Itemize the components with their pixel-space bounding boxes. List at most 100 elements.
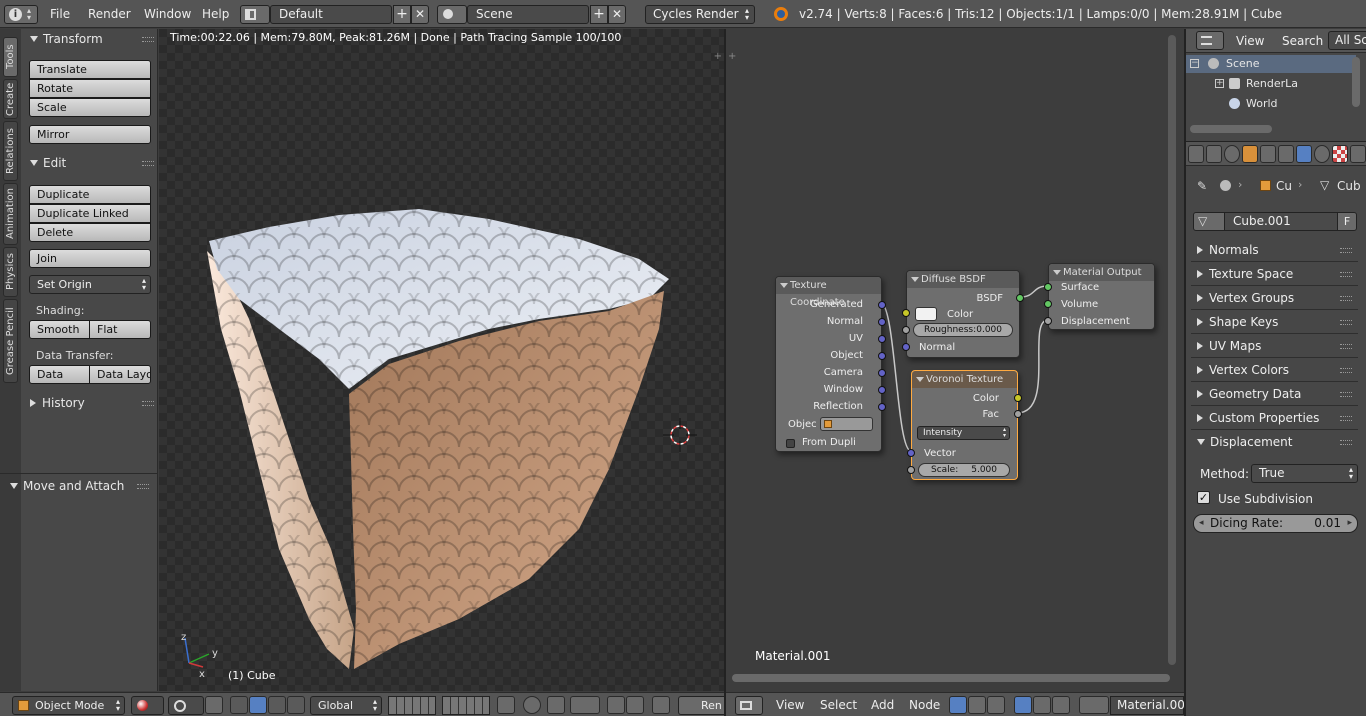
input-socket-surface[interactable] <box>1044 283 1052 291</box>
input-socket-displacement[interactable] <box>1044 317 1052 325</box>
output-socket-uv[interactable] <box>878 335 886 343</box>
drag-grip-icon[interactable] <box>137 484 149 489</box>
voronoi-texture-node[interactable]: Voronoi Texture Color Fac Intensity ▴ ▾ V… <box>907 370 1022 480</box>
outliner-hscrollbar[interactable] <box>1190 125 1272 133</box>
panel-vertex-colors[interactable]: Vertex Colors <box>1191 359 1358 382</box>
drag-grip-icon[interactable] <box>142 161 154 166</box>
input-socket-volume[interactable] <box>1044 300 1052 308</box>
texture-nodes-icon[interactable] <box>987 696 1005 714</box>
use-subdivision-checkbox[interactable]: ✓ <box>1197 491 1210 504</box>
object-tab-icon[interactable] <box>1242 145 1258 163</box>
object-picker-field[interactable] <box>820 417 873 431</box>
drag-grip-icon[interactable] <box>142 37 154 42</box>
set-origin-select[interactable]: Set Origin ▴ ▾ <box>29 275 151 294</box>
input-socket-vector[interactable] <box>907 449 915 457</box>
output-socket-object[interactable] <box>878 352 886 360</box>
tab-animation[interactable]: Animation <box>3 183 18 245</box>
drag-grip-icon[interactable] <box>142 401 154 406</box>
transform-orientation-select[interactable]: Global ▴ ▾ <box>310 696 382 715</box>
manipulator-toggle-icon[interactable] <box>205 696 223 714</box>
from-dupli-checkbox[interactable] <box>786 439 795 448</box>
rotate-manipulator-icon[interactable] <box>249 696 267 714</box>
panel-transform-header[interactable]: Transform <box>30 29 160 49</box>
outliner-vscrollbar[interactable] <box>1352 57 1360 107</box>
node-title[interactable]: Material Output <box>1049 264 1154 281</box>
mirror-button[interactable]: Mirror <box>29 125 151 144</box>
panel-shape-keys[interactable]: Shape Keys <box>1191 311 1358 334</box>
node-menu-node[interactable]: Node <box>909 698 940 712</box>
outliner-menu-view[interactable]: View <box>1236 34 1264 48</box>
drag-grip-icon[interactable] <box>1340 344 1352 349</box>
data-layout-button[interactable]: Data Layo <box>89 365 151 384</box>
outliner-display-select[interactable]: All Sc <box>1328 31 1366 50</box>
lock-camera-icon[interactable] <box>497 696 515 714</box>
node-menu-view[interactable]: View <box>776 698 804 712</box>
dicing-rate-field[interactable]: ◂ Dicing Rate: 0.01 ▸ <box>1193 514 1358 533</box>
panel-move-attach-header[interactable]: Move and Attach <box>10 476 155 496</box>
world-tab-icon[interactable] <box>1224 145 1240 163</box>
drag-grip-icon[interactable] <box>1340 272 1352 277</box>
drag-grip-icon[interactable] <box>1340 416 1352 421</box>
transform-manipulator-icon[interactable] <box>287 696 305 714</box>
area-split-corner-icon[interactable]: + <box>714 51 722 62</box>
breadcrumb-data[interactable]: Cub <box>1337 179 1361 193</box>
menu-window[interactable]: Window <box>144 7 191 21</box>
join-button[interactable]: Join <box>29 249 151 268</box>
color-swatch[interactable] <box>915 307 937 321</box>
scene-add-icon[interactable]: + <box>590 5 608 24</box>
mesh-browse-button[interactable]: ▽ <box>1193 212 1225 231</box>
scale-slider[interactable]: Scale: 5.000 <box>918 463 1010 477</box>
render-view-button[interactable]: Ren <box>678 696 724 715</box>
info-editor-type-button[interactable]: i ▴ ▾ <box>4 5 38 24</box>
drag-grip-icon[interactable] <box>1340 320 1352 325</box>
output-socket-color[interactable] <box>1014 394 1022 402</box>
constraints-tab-icon[interactable] <box>1260 145 1276 163</box>
outliner-row-renderlayers[interactable]: + RenderLa <box>1186 75 1356 93</box>
render-layers-tab-icon[interactable] <box>1206 145 1222 163</box>
panel-vertex-groups[interactable]: Vertex Groups <box>1191 287 1358 310</box>
layout-add-icon[interactable]: + <box>393 5 411 24</box>
input-socket-scale[interactable] <box>907 466 915 474</box>
modifiers-tab-icon[interactable] <box>1278 145 1294 163</box>
viewport-shading-select[interactable] <box>131 696 164 715</box>
output-socket-camera[interactable] <box>878 369 886 377</box>
viewport-3d[interactable]: Time:00:22.06 | Mem:79.80M, Peak:81.26M … <box>159 29 724 691</box>
rotate-button[interactable]: Rotate <box>29 79 151 98</box>
node-menu-add[interactable]: Add <box>871 698 894 712</box>
scale-manipulator-icon[interactable] <box>268 696 286 714</box>
tab-grease-pencil[interactable]: Grease Pencil <box>3 299 18 383</box>
snap-toggle-icon[interactable] <box>547 696 565 714</box>
outliner-menu-search[interactable]: Search <box>1282 34 1323 48</box>
mesh-data-tab-icon[interactable] <box>1296 145 1312 163</box>
drag-grip-icon[interactable] <box>1340 248 1352 253</box>
pivot-point-select[interactable] <box>168 696 204 715</box>
panel-geometry-data[interactable]: Geometry Data <box>1191 383 1358 406</box>
particles-tab-icon[interactable] <box>1350 145 1366 163</box>
drag-grip-icon[interactable] <box>1340 392 1352 397</box>
render-still-icon[interactable] <box>607 696 625 714</box>
output-socket-fac[interactable] <box>1014 410 1022 418</box>
node-title[interactable]: Texture Coordinate <box>776 277 881 308</box>
node-editor-hscrollbar[interactable] <box>732 674 1170 682</box>
scale-button[interactable]: Scale <box>29 98 151 117</box>
compositor-nodes-icon[interactable] <box>968 696 986 714</box>
delete-button[interactable]: Delete <box>29 223 151 242</box>
node-title[interactable]: Voronoi Texture <box>912 371 1017 388</box>
node-menu-select[interactable]: Select <box>820 698 857 712</box>
output-socket-bsdf[interactable] <box>1016 294 1024 302</box>
fake-user-button[interactable]: F <box>1337 212 1357 231</box>
coloring-select[interactable]: Intensity ▴ ▾ <box>917 426 1010 440</box>
layout-close-icon[interactable]: ✕ <box>411 5 429 24</box>
tab-physics[interactable]: Physics <box>3 247 18 297</box>
proportional-edit-icon[interactable] <box>523 696 541 714</box>
outliner-type-button[interactable] <box>1196 31 1224 50</box>
tab-create[interactable]: Create <box>3 79 18 119</box>
menu-file[interactable]: File <box>50 7 70 21</box>
node-editor-vscrollbar[interactable] <box>1168 35 1176 665</box>
diffuse-bsdf-node[interactable]: Diffuse BSDF BSDF Color Roughness: 0.000… <box>902 270 1024 358</box>
material-output-node[interactable]: Material Output Surface Volume Displacem… <box>1044 263 1155 330</box>
render-engine-select[interactable]: Cycles Render ▴ ▾ <box>645 5 755 24</box>
roughness-slider[interactable]: Roughness: 0.000 <box>913 323 1013 337</box>
panel-history-header[interactable]: History <box>30 393 160 413</box>
data-transfer-button[interactable]: Data <box>29 365 90 384</box>
